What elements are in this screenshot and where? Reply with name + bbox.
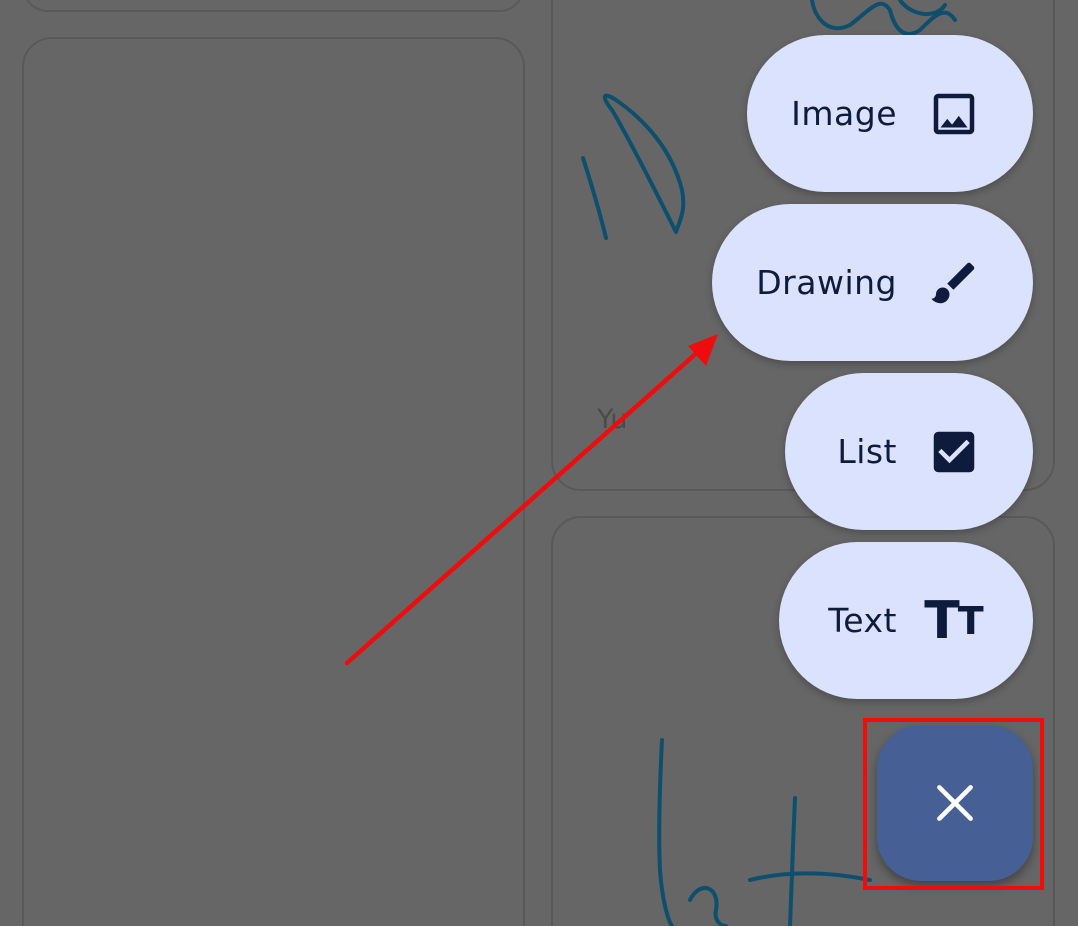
close-menu-button[interactable] bbox=[877, 725, 1033, 881]
add-image-button[interactable]: Image bbox=[747, 35, 1033, 192]
note-card[interactable] bbox=[22, 37, 525, 926]
note-card[interactable] bbox=[22, 0, 525, 12]
drawing-label: Drawing bbox=[756, 263, 897, 302]
add-drawing-button[interactable]: Drawing bbox=[712, 204, 1033, 361]
image-icon bbox=[927, 87, 981, 141]
text-label: Text bbox=[828, 601, 897, 640]
brush-icon bbox=[927, 256, 981, 310]
notes-screen: Yu Image Drawing List Text TT bbox=[0, 0, 1078, 926]
close-icon bbox=[937, 785, 973, 821]
add-text-button[interactable]: Text TT bbox=[779, 542, 1033, 699]
list-label: List bbox=[837, 432, 897, 471]
checkbox-icon bbox=[927, 425, 981, 479]
add-list-button[interactable]: List bbox=[785, 373, 1033, 530]
text-format-icon: TT bbox=[924, 590, 984, 651]
image-label: Image bbox=[791, 94, 897, 133]
note-text-partial: Yu bbox=[597, 404, 628, 435]
